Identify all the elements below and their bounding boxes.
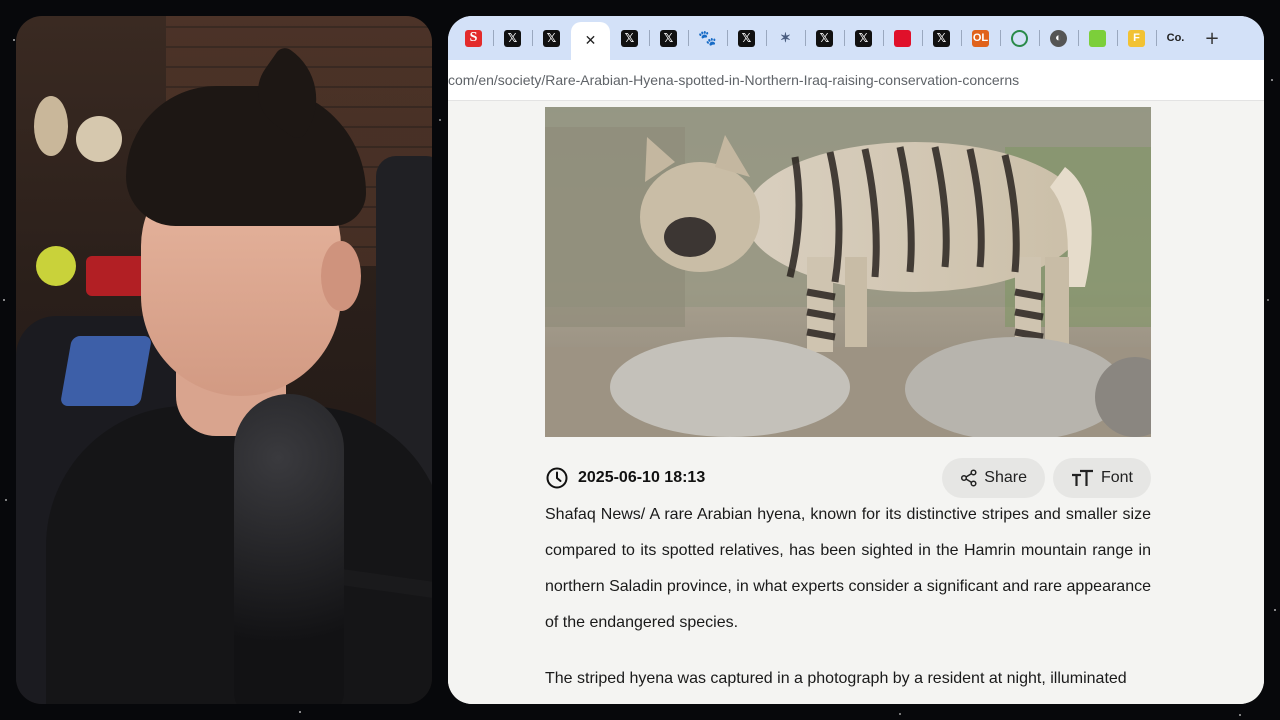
microphone — [234, 394, 344, 704]
tab-strip: S 𝕏 𝕏 ✕ 𝕏 𝕏 🐾 𝕏 ✶ 𝕏 𝕏 𝕏 OL ◐ F Co. + — [448, 16, 1264, 60]
x-icon: 𝕏 — [621, 29, 638, 47]
article-paragraph: The striped hyena was captured in a phot… — [545, 670, 1127, 687]
clock-icon — [546, 467, 568, 489]
co-icon: Co. — [1166, 32, 1185, 44]
person-ear — [321, 241, 361, 311]
wikipedia-icon — [1011, 29, 1028, 47]
shelf-decor — [86, 256, 146, 296]
url-text[interactable]: com/en/society/Rare-Arabian-Hyena-spotte… — [448, 72, 1019, 88]
share-label: Share — [984, 469, 1027, 486]
shelf-decor — [76, 116, 122, 162]
page-content: 2025-06-10 18:13 Share Font Shafaq News/… — [448, 101, 1264, 704]
x-icon: 𝕏 — [504, 29, 521, 47]
article-paragraph: Shafaq News/ A rare Arabian hyena, known… — [545, 506, 1151, 631]
browser-tab[interactable] — [1078, 16, 1117, 60]
x-icon: 𝕏 — [660, 29, 677, 47]
browser-tab[interactable]: ✶ — [766, 16, 805, 60]
browser-tab[interactable]: 𝕏 — [922, 16, 961, 60]
webcam-feed — [16, 16, 432, 704]
font-label: Font — [1100, 469, 1133, 486]
browser-tab[interactable]: 𝕏 — [844, 16, 883, 60]
shelf-decor — [36, 246, 76, 286]
browser-tab[interactable]: ✕ — [571, 22, 610, 60]
browser-tab[interactable]: 𝕏 — [610, 16, 649, 60]
close-icon[interactable]: ✕ — [585, 33, 597, 49]
s-news-icon: S — [465, 29, 482, 47]
browser-tab[interactable]: 𝕏 — [532, 16, 571, 60]
browser-tab[interactable]: F — [1117, 16, 1156, 60]
browser-tab[interactable]: 𝕏 — [727, 16, 766, 60]
article-body: Shafaq News/ A rare Arabian hyena, known… — [545, 497, 1151, 704]
browser-tab[interactable]: 𝕏 — [805, 16, 844, 60]
browser-tab[interactable]: 🐾 — [688, 16, 727, 60]
x-icon: 𝕏 — [933, 29, 950, 47]
browser-tab[interactable] — [883, 16, 922, 60]
browser-tab[interactable]: Co. — [1156, 16, 1195, 60]
text-size-icon — [1071, 469, 1093, 486]
publish-date: 2025-06-10 18:13 — [578, 469, 706, 486]
hyena-photo — [545, 107, 1151, 437]
address-bar[interactable]: com/en/society/Rare-Arabian-Hyena-spotte… — [448, 60, 1264, 101]
red-square-icon — [894, 29, 911, 47]
browser-tab[interactable] — [1000, 16, 1039, 60]
green-app-icon — [1089, 29, 1106, 47]
date-block: 2025-06-10 18:13 — [545, 466, 705, 490]
font-button[interactable]: Font — [1052, 458, 1151, 498]
paw-icon: 🐾 — [698, 30, 717, 47]
ol-icon: OL — [972, 29, 989, 47]
browser-tab[interactable]: OL — [961, 16, 1000, 60]
x-icon: 𝕏 — [738, 29, 755, 47]
browser-window: S 𝕏 𝕏 ✕ 𝕏 𝕏 🐾 𝕏 ✶ 𝕏 𝕏 𝕏 OL ◐ F Co. + com/en/society/Rare… — [448, 16, 1264, 704]
shelf-decor — [34, 96, 68, 156]
article-meta: 2025-06-10 18:13 Share Font — [545, 457, 1151, 499]
bird-icon: ✶ — [780, 30, 791, 45]
browser-tab[interactable]: 𝕏 — [649, 16, 688, 60]
browser-tab[interactable]: ◐ — [1039, 16, 1078, 60]
share-button[interactable]: Share — [942, 458, 1045, 498]
chair-accent — [59, 336, 153, 406]
x-icon: 𝕏 — [816, 29, 833, 47]
globe-icon: ◐ — [1050, 29, 1067, 47]
browser-tab[interactable]: S — [454, 16, 493, 60]
browser-tab[interactable]: 𝕏 — [493, 16, 532, 60]
x-icon: 𝕏 — [543, 29, 560, 47]
share-icon — [961, 469, 977, 487]
x-icon: 𝕏 — [855, 29, 872, 47]
new-tab-button[interactable]: + — [1195, 16, 1229, 60]
hyena-photo-illustration — [545, 107, 1151, 437]
yellow-app-icon: F — [1128, 29, 1145, 47]
